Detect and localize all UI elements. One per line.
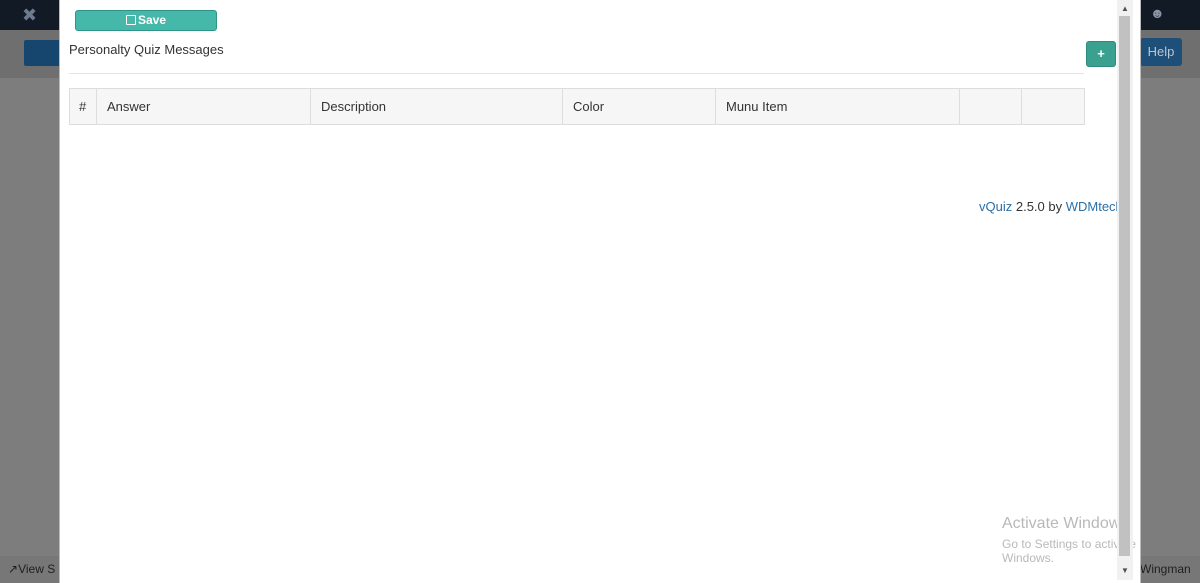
column-header-action-2 — [1022, 89, 1084, 124]
column-header-answer: Answer — [97, 89, 311, 124]
messages-table-header: # Answer Description Color Munu Item — [69, 88, 1085, 125]
activate-windows-title: Activate Windows — [1002, 515, 1129, 532]
column-header-description: Description — [311, 89, 563, 124]
scrollbar-thumb[interactable] — [1119, 16, 1130, 556]
save-button[interactable]: Save — [75, 10, 217, 31]
version-credit: vQuiz 2.5.0 by WDMtech — [979, 199, 1123, 214]
column-header-action-1 — [960, 89, 1022, 124]
column-header-number: # — [70, 89, 97, 124]
wingman-label: Wingman — [1140, 562, 1191, 576]
column-header-color: Color — [563, 89, 716, 124]
add-button[interactable]: + — [1086, 41, 1116, 67]
help-button: Help — [1140, 38, 1182, 66]
admin-toolbar-button — [24, 40, 60, 66]
view-site-link: ↗View S — [8, 562, 56, 576]
vquiz-link[interactable]: vQuiz — [979, 199, 1012, 214]
joomla-logo-icon: ✖ — [22, 5, 38, 25]
version-text: 2.5.0 by — [1012, 199, 1066, 214]
page-title: Personalty Quiz Messages — [69, 42, 224, 57]
view-site-label: View S — [18, 562, 56, 576]
modal-dialog: Save Personalty Quiz Messages + # Answer… — [59, 0, 1141, 583]
scroll-down-arrow-icon[interactable]: ▼ — [1118, 566, 1132, 576]
wdmtech-link[interactable]: WDMtech — [1066, 199, 1123, 214]
user-icon: ☻ — [1150, 5, 1165, 21]
column-header-menu-item: Munu Item — [716, 89, 960, 124]
divider — [69, 73, 1084, 74]
edit-icon — [125, 15, 136, 25]
save-button-label: Save — [137, 13, 167, 27]
scroll-up-arrow-icon[interactable]: ▲ — [1118, 4, 1132, 14]
